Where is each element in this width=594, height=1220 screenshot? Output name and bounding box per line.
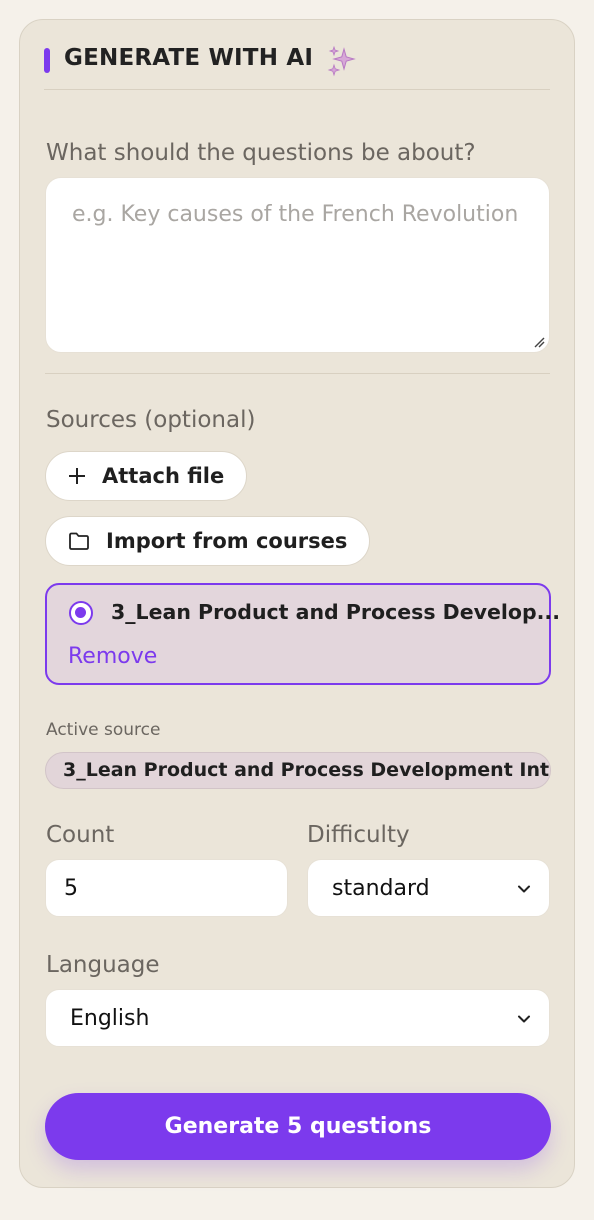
selected-source-card[interactable]: 3_Lean Product and Process Develop... Re… bbox=[45, 583, 560, 685]
folder-icon bbox=[69, 532, 89, 550]
remove-source-link[interactable]: Remove bbox=[68, 644, 157, 669]
sources-label: Sources (optional) bbox=[46, 407, 256, 433]
source-name: 3_Lean Product and Process Develop... bbox=[111, 600, 561, 624]
attach-file-label: Attach file bbox=[102, 464, 225, 488]
section-divider bbox=[45, 373, 550, 374]
active-source-label: Active source bbox=[46, 720, 161, 740]
plus-icon bbox=[69, 468, 85, 484]
language-value: English bbox=[70, 1005, 150, 1031]
import-from-courses-label: Import from courses bbox=[106, 529, 348, 553]
accent-bar bbox=[44, 48, 50, 73]
prompt-label: What should the questions be about? bbox=[46, 140, 476, 166]
panel-header: GENERATE WITH AI bbox=[44, 42, 550, 90]
active-source-chip: 3_Lean Product and Process Development I… bbox=[45, 752, 551, 789]
count-value: 5 bbox=[64, 875, 78, 901]
difficulty-value: standard bbox=[332, 875, 430, 901]
chevron-down-icon bbox=[518, 885, 530, 893]
source-radio[interactable] bbox=[69, 601, 93, 625]
chevron-down-icon bbox=[518, 1015, 530, 1023]
sparkle-icon bbox=[327, 45, 356, 77]
panel-title: GENERATE WITH AI bbox=[64, 45, 314, 71]
attach-file-button[interactable]: Attach file bbox=[45, 451, 248, 501]
language-select[interactable]: English bbox=[45, 989, 550, 1047]
generate-questions-button[interactable]: Generate 5 questions bbox=[45, 1093, 551, 1160]
prompt-textarea[interactable]: e.g. Key causes of the French Revolution bbox=[45, 177, 550, 353]
count-input[interactable]: 5 bbox=[45, 859, 288, 917]
difficulty-select[interactable]: standard bbox=[307, 859, 550, 917]
prompt-placeholder: e.g. Key causes of the French Revolution bbox=[72, 202, 519, 227]
resize-handle-icon[interactable] bbox=[533, 336, 545, 348]
count-label: Count bbox=[46, 822, 115, 848]
language-label: Language bbox=[46, 952, 160, 978]
difficulty-label: Difficulty bbox=[307, 822, 410, 848]
import-from-courses-button[interactable]: Import from courses bbox=[45, 516, 371, 566]
generate-with-ai-panel: GENERATE WITH AI What should the questio… bbox=[19, 19, 575, 1188]
